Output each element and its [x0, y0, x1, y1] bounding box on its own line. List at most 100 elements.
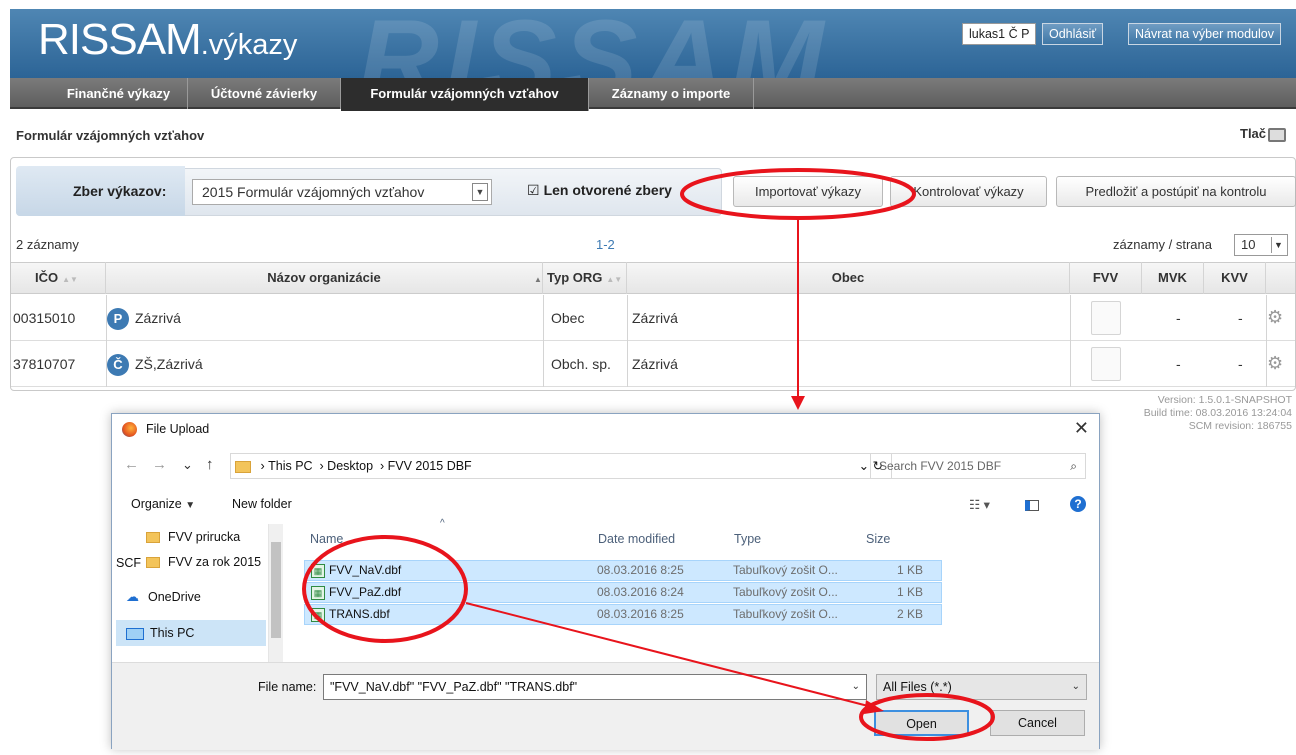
file-name-text: FVV_NaV.dbf [329, 563, 402, 577]
tab-formular-vzajomnych-vztahov[interactable]: Formulár vzájomných vzťahov [341, 78, 589, 111]
chevron-down-icon: ⌄ [851, 681, 860, 692]
cancel-button[interactable]: Cancel [990, 710, 1085, 736]
filter-label-box: Zber výkazov: [16, 166, 185, 216]
nav-item-folder[interactable]: FVV prirucka SCF [116, 524, 266, 570]
row-type: Obch. sp. [551, 356, 611, 372]
col-date[interactable]: Date modified [598, 532, 675, 546]
col-mvk[interactable]: MVK [1142, 262, 1204, 294]
table-row[interactable]: 00315010 P Zázrivá Obec Zázrivá - - ⚙ [11, 295, 1295, 341]
tab-financne-vykazy[interactable]: Finančné výkazy [50, 78, 188, 109]
nav-item-onedrive[interactable]: ☁ OneDrive [116, 584, 266, 610]
file-date: 08.03.2016 8:25 [597, 607, 684, 621]
document-icon[interactable] [1091, 301, 1121, 335]
file-type-select[interactable]: All Files (*.*) ⌄ [876, 674, 1087, 700]
spreadsheet-icon: ▦ [311, 563, 325, 578]
tab-zaznamy-o-importe[interactable]: Záznamy o importe [589, 78, 754, 109]
view-options-icon[interactable]: ☷ ▾ [969, 497, 990, 512]
row-name[interactable]: Č ZŠ,Zázrivá [107, 341, 203, 387]
row-mvk: - [1176, 356, 1181, 372]
cloud-icon: ☁ [126, 589, 139, 604]
file-row[interactable]: ▦ TRANS.dbf 08.03.2016 8:25 Tabuľkový zoš… [304, 604, 942, 625]
open-button[interactable]: Open [874, 710, 969, 736]
submit-button[interactable]: Predložiť a postúpiť na kontrolu [1056, 176, 1296, 207]
print-button[interactable]: Tlač [1240, 126, 1287, 142]
chevron-down-icon: ▼ [185, 500, 196, 511]
back-to-modules-button[interactable]: Návrat na výber modulov [1128, 23, 1281, 45]
file-row[interactable]: ▦ FVV_PaZ.dbf 08.03.2016 8:24 Tabuľkový z… [304, 582, 942, 603]
file-name-label: File name: [258, 680, 317, 694]
close-icon[interactable]: ✕ [1074, 418, 1089, 439]
user-box[interactable]: lukas1 Č P [962, 23, 1037, 45]
address-bar[interactable]: › This PC › Desktop › FVV 2015 DBF ⌄ ↻ [230, 453, 892, 479]
column-divider [1070, 295, 1071, 387]
col-kvv[interactable]: KVV [1204, 262, 1266, 294]
pager-range[interactable]: 1-2 [596, 237, 615, 252]
file-size: 1 KB [897, 563, 924, 577]
col-obec-label: Obec [831, 270, 865, 285]
col-typ-label: Typ ORG [547, 270, 603, 285]
row-type: Obec [551, 310, 585, 326]
search-input[interactable]: Search FVV 2015 DBF ⌕ [870, 453, 1086, 479]
file-upload-dialog: File Upload ✕ ← → ⌄ ↑ › This PC › Deskto… [111, 413, 1100, 750]
col-fvv[interactable]: FVV [1070, 262, 1142, 294]
file-list: Name ^ Date modified Type Size ▦ FVV_NaV.… [290, 518, 1090, 662]
header-watermark: RISSAM [358, 9, 830, 78]
open-only-checkbox[interactable]: ☑ Len otvorené zbery [527, 182, 672, 199]
nav-scrollbar[interactable] [269, 524, 283, 662]
file-name-input[interactable]: "FVV_NaV.dbf" "FVV_PaZ.dbf" "TRANS.dbf" ⌄ [323, 674, 867, 700]
filter-label: Zber výkazov: [73, 183, 167, 199]
col-nazov[interactable]: Názov organizácie [106, 262, 543, 294]
col-name[interactable]: Name [310, 532, 343, 546]
brand-sub: .výkazy [200, 29, 298, 61]
import-button[interactable]: Importovať výkazy [733, 176, 883, 207]
column-divider [1266, 295, 1267, 387]
collection-select[interactable]: 2015 Formulár vzájomných vzťahov ▼ [192, 179, 492, 205]
row-ico: 37810707 [13, 356, 76, 372]
back-arrow-icon[interactable]: ← [124, 456, 139, 473]
help-icon[interactable]: ? [1070, 496, 1086, 512]
org-type-badge: P [107, 308, 129, 331]
col-size[interactable]: Size [866, 532, 890, 546]
col-ico[interactable]: IČO ▲▼ [11, 262, 106, 294]
organize-button[interactable]: Organize ▼ [131, 497, 195, 511]
col-typ[interactable]: Typ ORG ▲▼ [543, 262, 627, 294]
logout-button[interactable]: Odhlásiť [1042, 23, 1104, 45]
address-row: ← → ⌄ ↑ › This PC › Desktop › FVV 2015 D… [112, 446, 1099, 482]
scroll-thumb[interactable] [271, 542, 281, 638]
dialog-footer: File name: "FVV_NaV.dbf" "FVV_PaZ.dbf" "… [112, 662, 1099, 750]
file-type: Tabuľkový zošit O... [733, 563, 838, 577]
file-row[interactable]: ▦ FVV_NaV.dbf 08.03.2016 8:25 Tabuľkový z… [304, 560, 942, 581]
breadcrumb-folder[interactable]: FVV 2015 DBF [388, 459, 472, 473]
nav-item-this-pc[interactable]: This PC [116, 620, 266, 646]
search-placeholder: Search FVV 2015 DBF [879, 459, 1002, 473]
tab-uctovne-zavierky[interactable]: Účtovné závierky [188, 78, 341, 109]
per-page-label: záznamy / strana [1113, 237, 1212, 252]
row-ico: 00315010 [13, 310, 76, 326]
col-nazov-label: Názov organizácie [267, 270, 381, 285]
breadcrumb-sep: › [376, 459, 388, 473]
document-icon[interactable] [1091, 347, 1121, 381]
up-arrow-icon[interactable]: ↑ [206, 456, 214, 473]
preview-pane-icon[interactable] [1025, 500, 1039, 511]
row-name[interactable]: P Zázrivá [107, 295, 181, 341]
sort-asc-icon: ▲ [534, 275, 542, 284]
breadcrumb-this-pc[interactable]: This PC [268, 459, 312, 473]
col-obec[interactable]: Obec [627, 262, 1070, 294]
breadcrumb-desktop[interactable]: Desktop [327, 459, 373, 473]
folder-icon [146, 532, 160, 544]
nav-item-label: FVV za rok 2015 [168, 555, 262, 569]
forward-arrow-icon[interactable]: → [152, 456, 167, 473]
per-page-select[interactable]: 10 ▼ [1234, 234, 1288, 256]
col-type[interactable]: Type [734, 532, 761, 546]
annotation-arrowhead [791, 396, 805, 410]
chevron-down-icon[interactable]: ⌄ [182, 457, 193, 473]
new-folder-button[interactable]: New folder [232, 497, 292, 511]
nav-item-folder[interactable]: FVV za rok 2015 [116, 549, 266, 575]
file-type-value: All Files (*.*) [883, 680, 952, 694]
gear-icon[interactable]: ⚙ [1267, 353, 1283, 374]
nav-item-label: This PC [150, 626, 195, 640]
table-row[interactable]: 37810707 Č ZŠ,Zázrivá Obch. sp. Zázrivá -… [11, 341, 1295, 387]
breadcrumb-sep: › [260, 459, 269, 473]
check-button[interactable]: Kontrolovať výkazy [890, 176, 1047, 207]
gear-icon[interactable]: ⚙ [1267, 307, 1283, 328]
